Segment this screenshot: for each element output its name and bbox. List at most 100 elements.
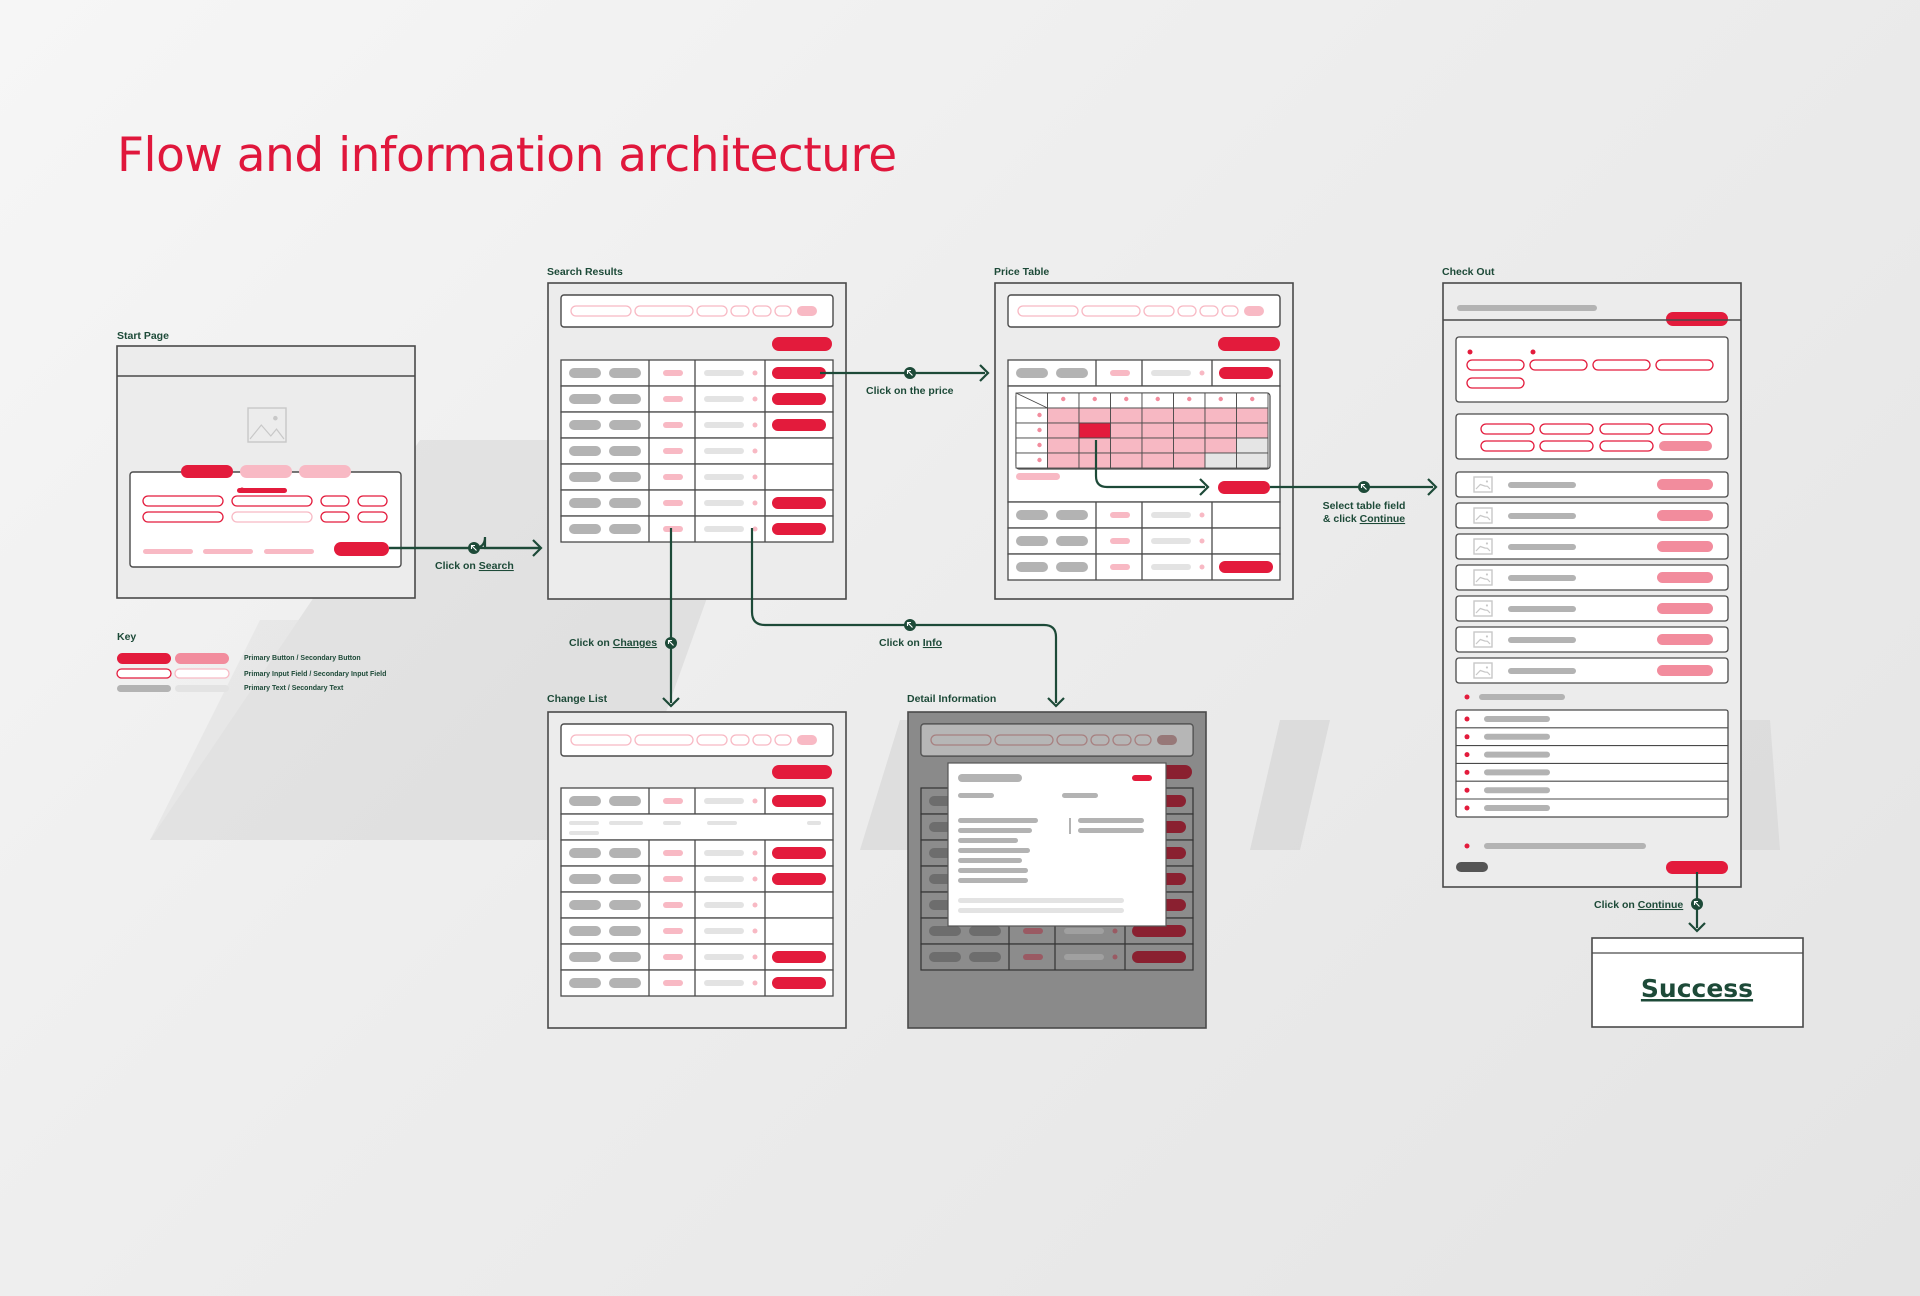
nav-field bbox=[570, 305, 632, 317]
image-sun-icon bbox=[1485, 542, 1489, 545]
nav-field bbox=[1143, 305, 1175, 317]
flow-label-search: Click on Search bbox=[435, 560, 514, 572]
item-price-button bbox=[1657, 479, 1713, 490]
info-dot bbox=[752, 902, 758, 908]
checkout-title bbox=[1457, 305, 1597, 311]
secondary-text bbox=[704, 526, 744, 532]
secondary-text bbox=[663, 850, 683, 856]
secondary-text bbox=[704, 798, 744, 804]
secondary-text bbox=[704, 500, 744, 506]
image-sun-icon bbox=[1485, 480, 1489, 483]
price-cell bbox=[1047, 437, 1080, 454]
primary-text-pill bbox=[1016, 562, 1048, 572]
screen-title-search: Search Results bbox=[547, 266, 623, 278]
secondary-text-dim bbox=[1023, 928, 1043, 934]
image-sun-icon bbox=[1485, 604, 1489, 607]
secondary-text bbox=[609, 821, 643, 825]
nav-field bbox=[696, 305, 728, 317]
info-dot bbox=[752, 448, 758, 454]
input-field bbox=[1466, 359, 1525, 371]
price-cell bbox=[1173, 452, 1206, 469]
key-label-text: Primary Text / Secondary Text bbox=[244, 685, 344, 692]
change-list-screen bbox=[547, 711, 847, 1029]
key-secondary-button bbox=[175, 653, 229, 664]
primary-text-pill bbox=[569, 952, 601, 962]
col-head-dot bbox=[1187, 396, 1192, 402]
price-cell bbox=[1110, 437, 1143, 454]
primary-text-pill bbox=[569, 394, 601, 404]
item-name bbox=[1508, 482, 1576, 488]
row-head-dot bbox=[1037, 412, 1042, 418]
price-cell bbox=[1204, 452, 1237, 469]
price-cell bbox=[1078, 407, 1111, 424]
price-cell bbox=[1047, 407, 1080, 424]
search-button bbox=[334, 542, 389, 556]
table-row bbox=[560, 917, 834, 945]
price-button-dim bbox=[1132, 925, 1186, 937]
input-field-secondary bbox=[231, 511, 313, 523]
screen-title-change: Change List bbox=[547, 693, 608, 705]
flow-label-select: Select table field & click Continue bbox=[1323, 500, 1406, 525]
price-button bbox=[772, 367, 826, 379]
nav-field bbox=[1177, 305, 1197, 317]
col-head-dot bbox=[1155, 396, 1160, 402]
price-button bbox=[772, 977, 826, 989]
option-field bbox=[1480, 423, 1535, 435]
primary-text-pill bbox=[609, 796, 641, 806]
search-results-screen bbox=[547, 282, 847, 600]
info-dot bbox=[752, 422, 758, 428]
nav-field bbox=[730, 305, 750, 317]
primary-text-pill bbox=[609, 874, 641, 884]
secondary-text bbox=[663, 902, 683, 908]
primary-text-pill bbox=[609, 368, 641, 378]
primary-text-pill bbox=[569, 472, 601, 482]
col-head-dot bbox=[1124, 396, 1129, 402]
nav-field bbox=[1017, 305, 1079, 317]
list-bullet bbox=[1464, 769, 1470, 775]
secondary-text bbox=[663, 821, 681, 825]
required-dot bbox=[239, 487, 245, 493]
list-bullet bbox=[1464, 752, 1470, 758]
primary-text-pill bbox=[1016, 510, 1048, 520]
secondary-text bbox=[264, 549, 314, 554]
primary-text-pill bbox=[569, 524, 601, 534]
primary-text-pill bbox=[569, 498, 601, 508]
price-cell bbox=[1110, 422, 1143, 439]
table-row bbox=[560, 891, 834, 919]
primary-text-pill bbox=[609, 900, 641, 910]
list-bullet bbox=[1464, 694, 1470, 700]
secondary-text bbox=[663, 448, 683, 454]
nav-field bbox=[1199, 305, 1219, 317]
nav-button bbox=[797, 306, 817, 316]
image-sun-icon bbox=[1485, 573, 1489, 576]
price-cell bbox=[1204, 422, 1237, 439]
nav-field bbox=[634, 734, 694, 746]
table-row bbox=[1007, 527, 1281, 555]
price-cell bbox=[1236, 437, 1269, 454]
success-screen: Success bbox=[1591, 937, 1804, 1028]
table-row bbox=[1007, 501, 1281, 529]
secondary-text bbox=[1151, 512, 1191, 518]
primary-text-pill bbox=[609, 952, 641, 962]
info-dot bbox=[752, 850, 758, 856]
primary-text-pill bbox=[569, 420, 601, 430]
secondary-text bbox=[704, 928, 744, 934]
secondary-text bbox=[663, 954, 683, 960]
required-dot bbox=[1467, 349, 1473, 355]
nav-field bbox=[1081, 305, 1141, 317]
price-cell bbox=[1015, 452, 1048, 469]
option-field bbox=[1539, 423, 1594, 435]
primary-text-pill bbox=[1056, 368, 1088, 378]
primary-text-pill bbox=[609, 926, 641, 936]
price-button bbox=[772, 393, 826, 405]
secondary-text bbox=[704, 902, 744, 908]
info-dot bbox=[752, 526, 758, 532]
price-cell bbox=[1141, 407, 1174, 424]
price-cell bbox=[1236, 407, 1269, 424]
primary-text-pill bbox=[569, 874, 601, 884]
list-bullet bbox=[1464, 843, 1470, 849]
list-bullet bbox=[1464, 805, 1470, 811]
success-message: Success bbox=[1641, 974, 1753, 1003]
price-cell bbox=[1236, 452, 1269, 469]
list-text bbox=[1484, 751, 1550, 758]
